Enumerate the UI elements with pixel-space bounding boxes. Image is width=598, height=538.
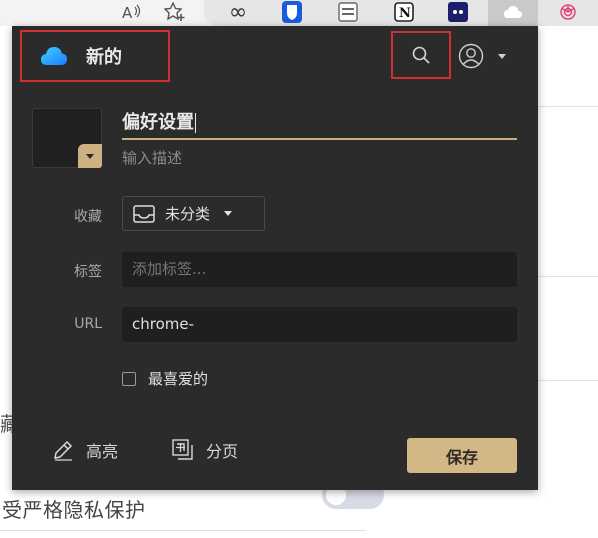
background-divider xyxy=(538,106,598,107)
background-divider xyxy=(0,530,366,531)
add-favorite-icon[interactable] xyxy=(162,0,188,24)
brand-name: 新的 xyxy=(86,47,122,68)
browser-toolbar: A ∞ N xyxy=(0,0,598,26)
highlight-button[interactable]: 高亮 xyxy=(52,438,118,462)
svg-text:A: A xyxy=(122,4,133,21)
favorite-label: 最喜爱的 xyxy=(148,370,209,388)
openai-icon[interactable] xyxy=(556,0,580,24)
background-divider xyxy=(538,276,598,277)
save-button[interactable]: 保存 xyxy=(407,438,517,473)
background-privacy-text: 受严格隐私保护 xyxy=(2,498,146,522)
reader-extension-icon[interactable] xyxy=(337,0,359,24)
url-input[interactable]: chrome- xyxy=(122,307,517,342)
split-page-icon xyxy=(172,439,193,460)
tags-input[interactable]: 添加标签... xyxy=(122,252,517,287)
pencil-icon xyxy=(54,440,73,461)
cloud-logo-icon xyxy=(41,47,67,65)
title-input[interactable]: 偏好设置 xyxy=(122,110,517,140)
inbox-icon xyxy=(133,204,155,223)
search-button[interactable] xyxy=(391,31,451,79)
avatar-icon xyxy=(458,43,484,69)
chevron-down-icon xyxy=(224,211,233,216)
collection-label: 收藏 xyxy=(74,209,102,225)
read-aloud-icon[interactable]: A xyxy=(118,0,144,24)
infinity-extension-icon[interactable]: ∞ xyxy=(224,0,252,25)
cover-image-picker[interactable] xyxy=(32,108,102,168)
url-label: URL xyxy=(74,316,102,332)
chevron-down-icon xyxy=(498,53,506,59)
collection-value: 未分类 xyxy=(165,205,211,223)
collection-select[interactable]: 未分类 xyxy=(122,196,265,231)
save-popup: 新的 偏好设置 输入描述 收藏 未分类 标签 添加标签... URL chrom… xyxy=(12,26,538,490)
cloud-extension-icon[interactable] xyxy=(501,0,525,24)
svg-text:N: N xyxy=(399,6,411,21)
ghost-extension-icon[interactable] xyxy=(447,0,469,24)
account-menu-button[interactable] xyxy=(458,42,518,70)
split-button[interactable]: 分页 xyxy=(172,438,238,462)
brand-header: 新的 xyxy=(20,30,170,82)
bitwarden-icon[interactable] xyxy=(281,0,303,24)
dropdown-caret-icon[interactable] xyxy=(78,144,102,168)
tags-label: 标签 xyxy=(74,264,102,280)
background-divider xyxy=(538,380,598,381)
notion-icon[interactable]: N xyxy=(393,0,415,24)
search-icon xyxy=(412,46,430,64)
favorite-checkbox[interactable] xyxy=(122,371,136,386)
favorite-toggle[interactable]: 最喜爱的 xyxy=(122,368,208,389)
description-input[interactable]: 输入描述 xyxy=(122,147,517,169)
highlight-label: 高亮 xyxy=(86,442,119,461)
split-label: 分页 xyxy=(206,442,239,461)
